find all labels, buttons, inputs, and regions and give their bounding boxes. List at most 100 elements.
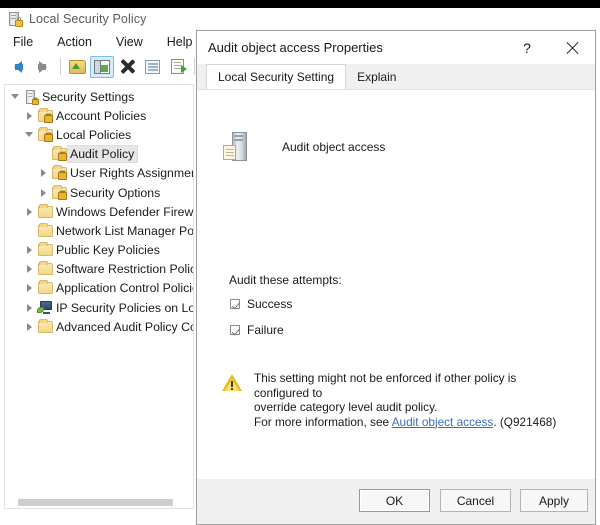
folder-lock-icon [36, 110, 54, 122]
tree-item-software-restriction-policies[interactable]: Software Restriction Policies [5, 260, 193, 279]
tree-scrollbar-thumb[interactable] [18, 499, 173, 506]
export-list-button[interactable] [165, 56, 189, 78]
tree-item-windows-defender-firewall-wit[interactable]: Windows Defender Firewall wit [5, 202, 193, 221]
warning-line-3-prefix: For more information, see [254, 415, 392, 429]
tree-item-advanced-audit-policy-configu[interactable]: Advanced Audit Policy Configu [5, 317, 193, 336]
tree-item-label: Application Control Policies [54, 280, 194, 296]
chevron-right-icon[interactable] [22, 323, 36, 331]
delete-button[interactable] [115, 56, 139, 78]
audit-object-access-link[interactable]: Audit object access [392, 415, 494, 429]
dialog-close-button[interactable] [549, 31, 595, 64]
dialog-help-button[interactable]: ? [505, 31, 549, 64]
show-hide-tree-button[interactable] [90, 56, 114, 78]
forward-arrow-icon [39, 61, 47, 73]
dialog-titlebar: Audit object access Properties ? [197, 31, 595, 64]
folder-icon [36, 225, 54, 237]
toolbar-separator-2 [194, 58, 195, 75]
tree-item-label: Security Settings [40, 89, 137, 105]
failure-checkbox-label: Failure [247, 323, 284, 337]
menu-item-view[interactable]: View [112, 33, 153, 51]
tree-item-label: Advanced Audit Policy Configu [54, 319, 194, 335]
tab-explain[interactable]: Explain [346, 66, 407, 89]
menu-item-action[interactable]: Action [53, 33, 102, 51]
properties-icon [145, 60, 160, 74]
chevron-right-icon[interactable] [22, 246, 36, 254]
folder-icon [36, 282, 54, 294]
policy-header: Audit object access [223, 132, 385, 162]
audit-object-access-properties-dialog: Audit object access Properties ? Local S… [196, 30, 596, 525]
success-checkbox[interactable] [230, 299, 240, 309]
chevron-right-icon[interactable] [22, 284, 36, 292]
top-black-strip [0, 0, 600, 8]
folder-lock-icon [50, 187, 68, 199]
folder-icon [36, 321, 54, 333]
folder-lock-icon [50, 167, 68, 179]
folder-lock-icon [50, 148, 68, 160]
chevron-right-icon[interactable] [22, 304, 36, 312]
window-title: Local Security Policy [29, 12, 146, 26]
tree-item-label: Public Key Policies [54, 242, 163, 258]
dialog-footer: OK Cancel Apply [197, 479, 595, 524]
tree-horizontal-scrollbar[interactable] [5, 497, 193, 508]
window-titlebar: Local Security Policy [0, 8, 600, 30]
failure-checkbox-row[interactable]: Failure [230, 323, 284, 337]
delete-icon [120, 59, 135, 74]
tree-item-label: Account Policies [54, 108, 149, 124]
toolbar-separator-1 [60, 58, 61, 75]
menu-item-file[interactable]: File [9, 33, 43, 51]
warning-line-3-suffix: . (Q921468) [493, 415, 556, 429]
policy-name: Audit object access [282, 140, 385, 154]
chevron-down-icon[interactable] [8, 94, 22, 99]
success-checkbox-row[interactable]: Success [230, 297, 292, 311]
computer-tower-icon [223, 132, 249, 162]
tree-item-security-settings[interactable]: Security Settings [5, 87, 193, 106]
mmc-console-icon [8, 12, 22, 26]
properties-button[interactable] [140, 56, 164, 78]
console-tree-panel[interactable]: Security Settings Account Policies Local P… [4, 84, 194, 509]
tree-item-public-key-policies[interactable]: Public Key Policies [5, 241, 193, 260]
tree-item-label: Security Options [68, 185, 163, 201]
tree-item-account-policies[interactable]: Account Policies [5, 106, 193, 125]
up-one-level-icon [69, 60, 86, 74]
forward-button[interactable] [31, 56, 55, 78]
apply-button[interactable]: Apply [520, 489, 588, 512]
tree-item-label: IP Security Policies on Local Co [54, 300, 194, 316]
tree-item-label: Software Restriction Policies [54, 261, 194, 277]
chevron-right-icon[interactable] [36, 169, 50, 177]
failure-checkbox[interactable] [230, 325, 240, 335]
dialog-tab-body: Audit object access Audit these attempts… [197, 89, 595, 517]
tab-local-security-setting[interactable]: Local Security Setting [206, 64, 346, 89]
ipsec-icon [36, 301, 54, 314]
tree-item-security-options[interactable]: Security Options [5, 183, 193, 202]
tree-item-audit-policy[interactable]: Audit Policy [5, 145, 193, 164]
folder-icon [36, 206, 54, 218]
tree-item-application-control-policies[interactable]: Application Control Policies [5, 279, 193, 298]
export-list-icon [171, 59, 184, 74]
cancel-button[interactable]: Cancel [440, 489, 511, 512]
tree-item-user-rights-assignment[interactable]: User Rights Assignment [5, 164, 193, 183]
back-button[interactable] [6, 56, 30, 78]
tree-item-label: Local Policies [54, 127, 134, 143]
warning-block: This setting might not be enforced if ot… [222, 371, 562, 429]
tree-item-ip-security-policies-on-local-co[interactable]: IP Security Policies on Local Co [5, 298, 193, 317]
chevron-down-icon[interactable] [22, 132, 36, 137]
dialog-titlebar-buttons: ? [505, 31, 595, 64]
ok-button[interactable]: OK [359, 489, 430, 512]
tree-item-label: Windows Defender Firewall wit [54, 204, 194, 220]
chevron-right-icon[interactable] [22, 112, 36, 120]
folder-icon [36, 263, 54, 275]
screen-root: Local Security Policy File Action View H… [0, 0, 600, 525]
audit-attempts-label: Audit these attempts: [229, 273, 342, 287]
tree-item-label: User Rights Assignment [68, 165, 194, 181]
chevron-right-icon[interactable] [22, 208, 36, 216]
tree-item-label: Audit Policy [68, 146, 137, 162]
chevron-right-icon[interactable] [36, 189, 50, 197]
up-one-level-button[interactable] [65, 56, 89, 78]
server-lock-icon [22, 90, 40, 104]
chevron-right-icon[interactable] [22, 265, 36, 273]
tree-item-network-list-manager-policies[interactable]: Network List Manager Policies [5, 221, 193, 240]
tree-item-local-policies[interactable]: Local Policies [5, 125, 193, 144]
warning-line-2: override category level audit policy. [254, 400, 562, 415]
warning-line-3: For more information, see Audit object a… [254, 415, 562, 430]
success-checkbox-label: Success [247, 297, 292, 311]
